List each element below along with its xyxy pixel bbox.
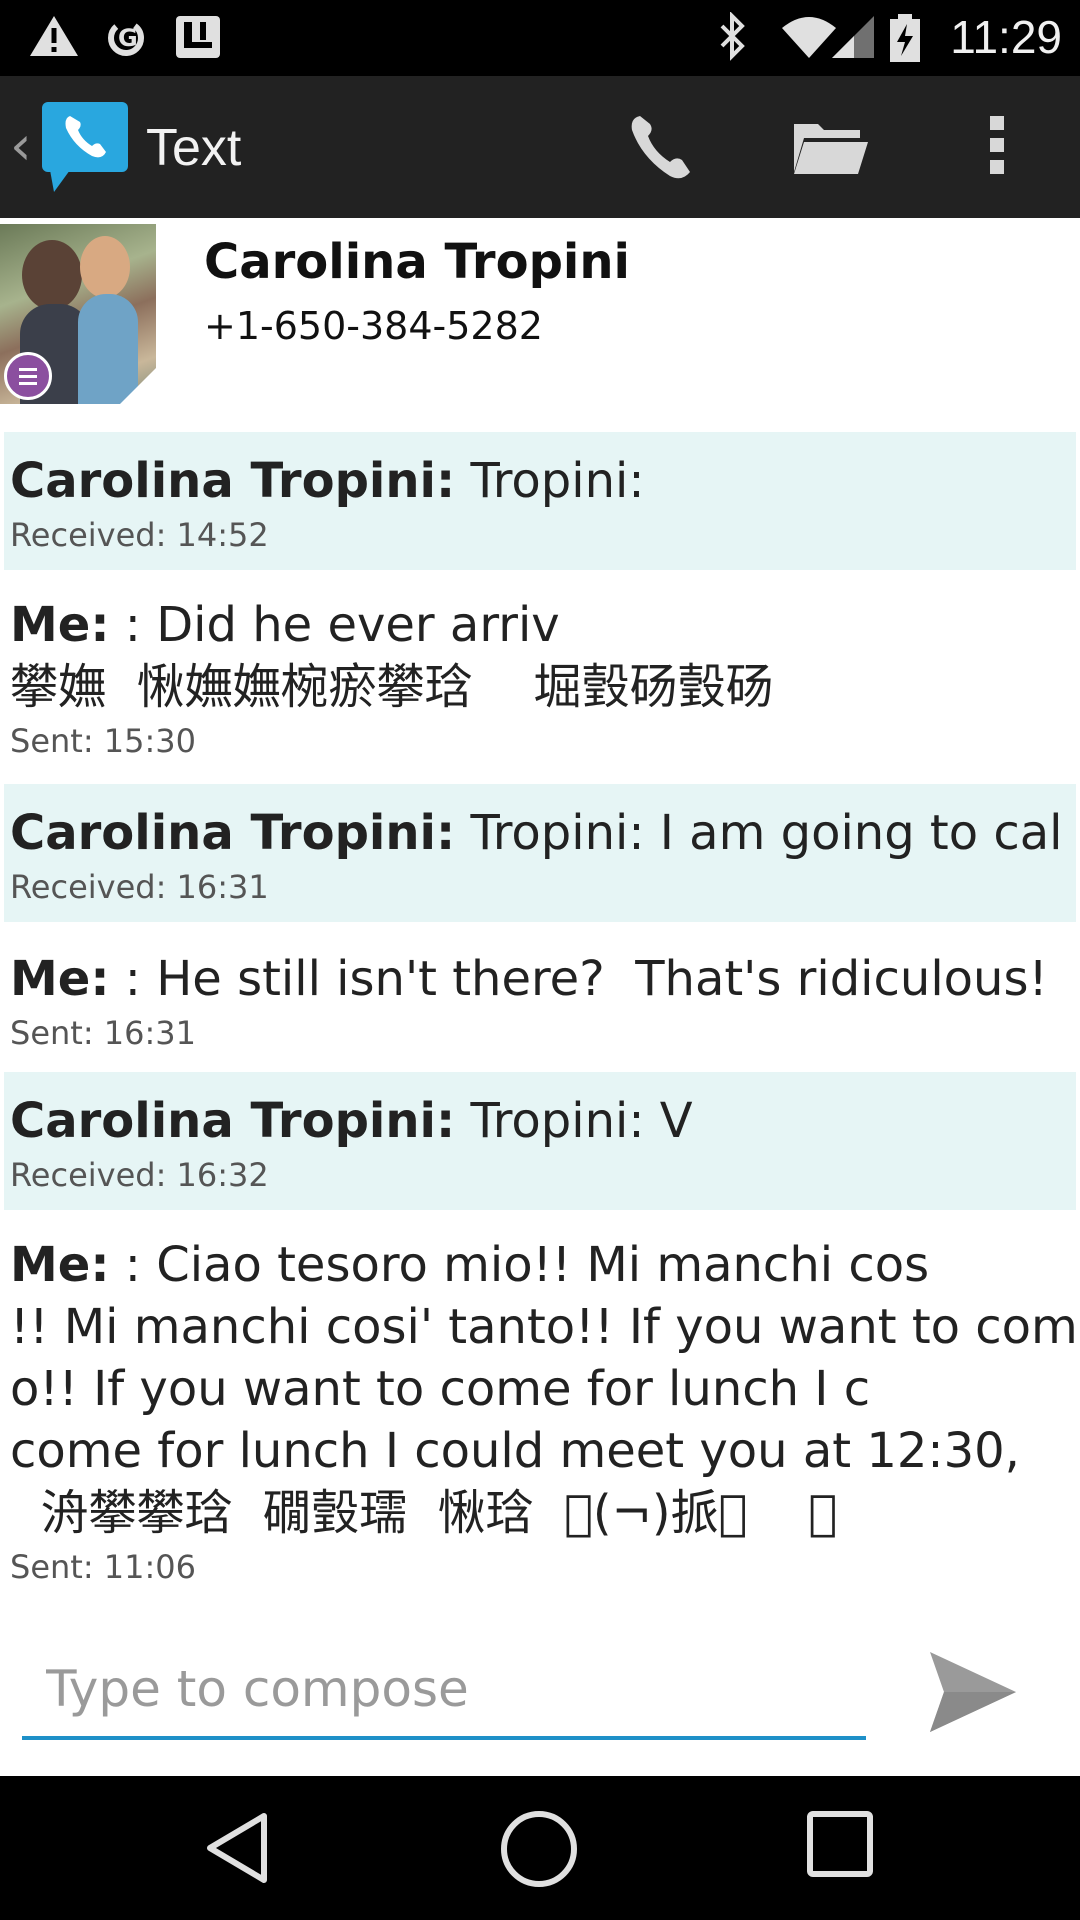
send-icon[interactable] — [926, 1648, 1020, 1736]
message-item[interactable]: Carolina Tropini: Tropini: I am going to… — [4, 784, 1076, 922]
message-text: 攀嫵 愀嫵嫵椀瘀攀琀 堀瑴砀瑴砀 — [10, 659, 774, 715]
message-sender: Me: — [10, 597, 110, 653]
message-time: Sent: 15:30 — [10, 722, 196, 760]
message-time: Sent: 11:06 — [10, 1548, 196, 1586]
recents-icon[interactable] — [804, 1808, 876, 1880]
app-logo[interactable] — [40, 100, 130, 194]
bluetooth-icon — [720, 12, 745, 61]
navigation-bar — [0, 1776, 1080, 1920]
message-sender: Carolina Tropini: — [10, 805, 456, 861]
app-bar: ‹ Text — [0, 76, 1080, 218]
contact-header: Carolina Tropini +1-650-384-5282 — [0, 220, 1080, 420]
message-text: : Did he ever arriv — [109, 597, 560, 653]
message-text: Tropini: — [455, 453, 645, 509]
sync-icon: G — [108, 20, 144, 56]
contact-badge-icon — [4, 352, 52, 400]
message-time: Sent: 16:31 — [10, 1014, 196, 1052]
message-item[interactable]: Me: : Ciao tesoro mio!! Mi manchi cos !!… — [4, 1216, 1078, 1606]
message-text: !! Mi manchi cosi' tanto!! If you want t… — [10, 1299, 1078, 1355]
home-icon[interactable] — [498, 1808, 580, 1890]
battery-charging-icon — [890, 14, 920, 62]
message-text: : He still isn't there? That's ridiculou… — [109, 951, 1048, 1007]
message-item[interactable]: Me: : Did he ever arriv 攀嫵 愀嫵嫵椀瘀攀琀 堀瑴砀瑴砀… — [4, 576, 1076, 776]
app-title: Text — [146, 119, 242, 177]
message-time: Received: 14:52 — [10, 516, 269, 554]
message-text: come for lunch I could meet you at 12:30… — [10, 1423, 1020, 1479]
contact-name: Carolina Tropini — [204, 234, 630, 290]
folder-icon[interactable] — [790, 106, 870, 186]
back-chevron-icon[interactable]: ‹ — [10, 114, 32, 177]
svg-text:G: G — [118, 24, 138, 52]
message-time: Received: 16:31 — [10, 868, 269, 906]
notification-icon — [176, 16, 220, 58]
status-bar: G 11:29 — [0, 0, 1080, 76]
phone-icon[interactable] — [624, 106, 698, 186]
overflow-menu-icon[interactable] — [986, 106, 1010, 186]
message-text: o!! If you want to come for lunch I c — [10, 1361, 871, 1417]
message-text: : Ciao tesoro mio!! Mi manchi cos — [109, 1237, 930, 1293]
compose-field[interactable] — [22, 1640, 892, 1740]
message-text: 洀攀攀琀 礀瑴瓀 愀琀  (¬)挀    — [10, 1485, 838, 1541]
message-text: Tropini: V — [455, 1093, 693, 1149]
contact-phone: +1-650-384-5282 — [204, 304, 543, 348]
message-sender: Me: — [10, 1237, 110, 1293]
message-sender: Me: — [10, 951, 110, 1007]
message-item[interactable]: Carolina Tropini: Tropini: V Received: 1… — [4, 1072, 1076, 1210]
message-sender: Carolina Tropini: — [10, 453, 456, 509]
avatar[interactable] — [0, 224, 156, 404]
message-sender: Carolina Tropini: — [10, 1093, 456, 1149]
warning-icon — [30, 16, 78, 56]
message-item[interactable]: Carolina Tropini: Tropini: Received: 14:… — [4, 432, 1076, 570]
compose-input[interactable] — [22, 1640, 892, 1738]
clock: 11:29 — [950, 11, 1062, 63]
message-item[interactable]: Me: : He still isn't there? That's ridic… — [4, 930, 1076, 1068]
back-icon[interactable] — [200, 1808, 276, 1888]
signal-icon — [832, 16, 874, 58]
message-time: Received: 16:32 — [10, 1156, 269, 1194]
message-text: Tropini: I am going to cal — [455, 805, 1063, 861]
